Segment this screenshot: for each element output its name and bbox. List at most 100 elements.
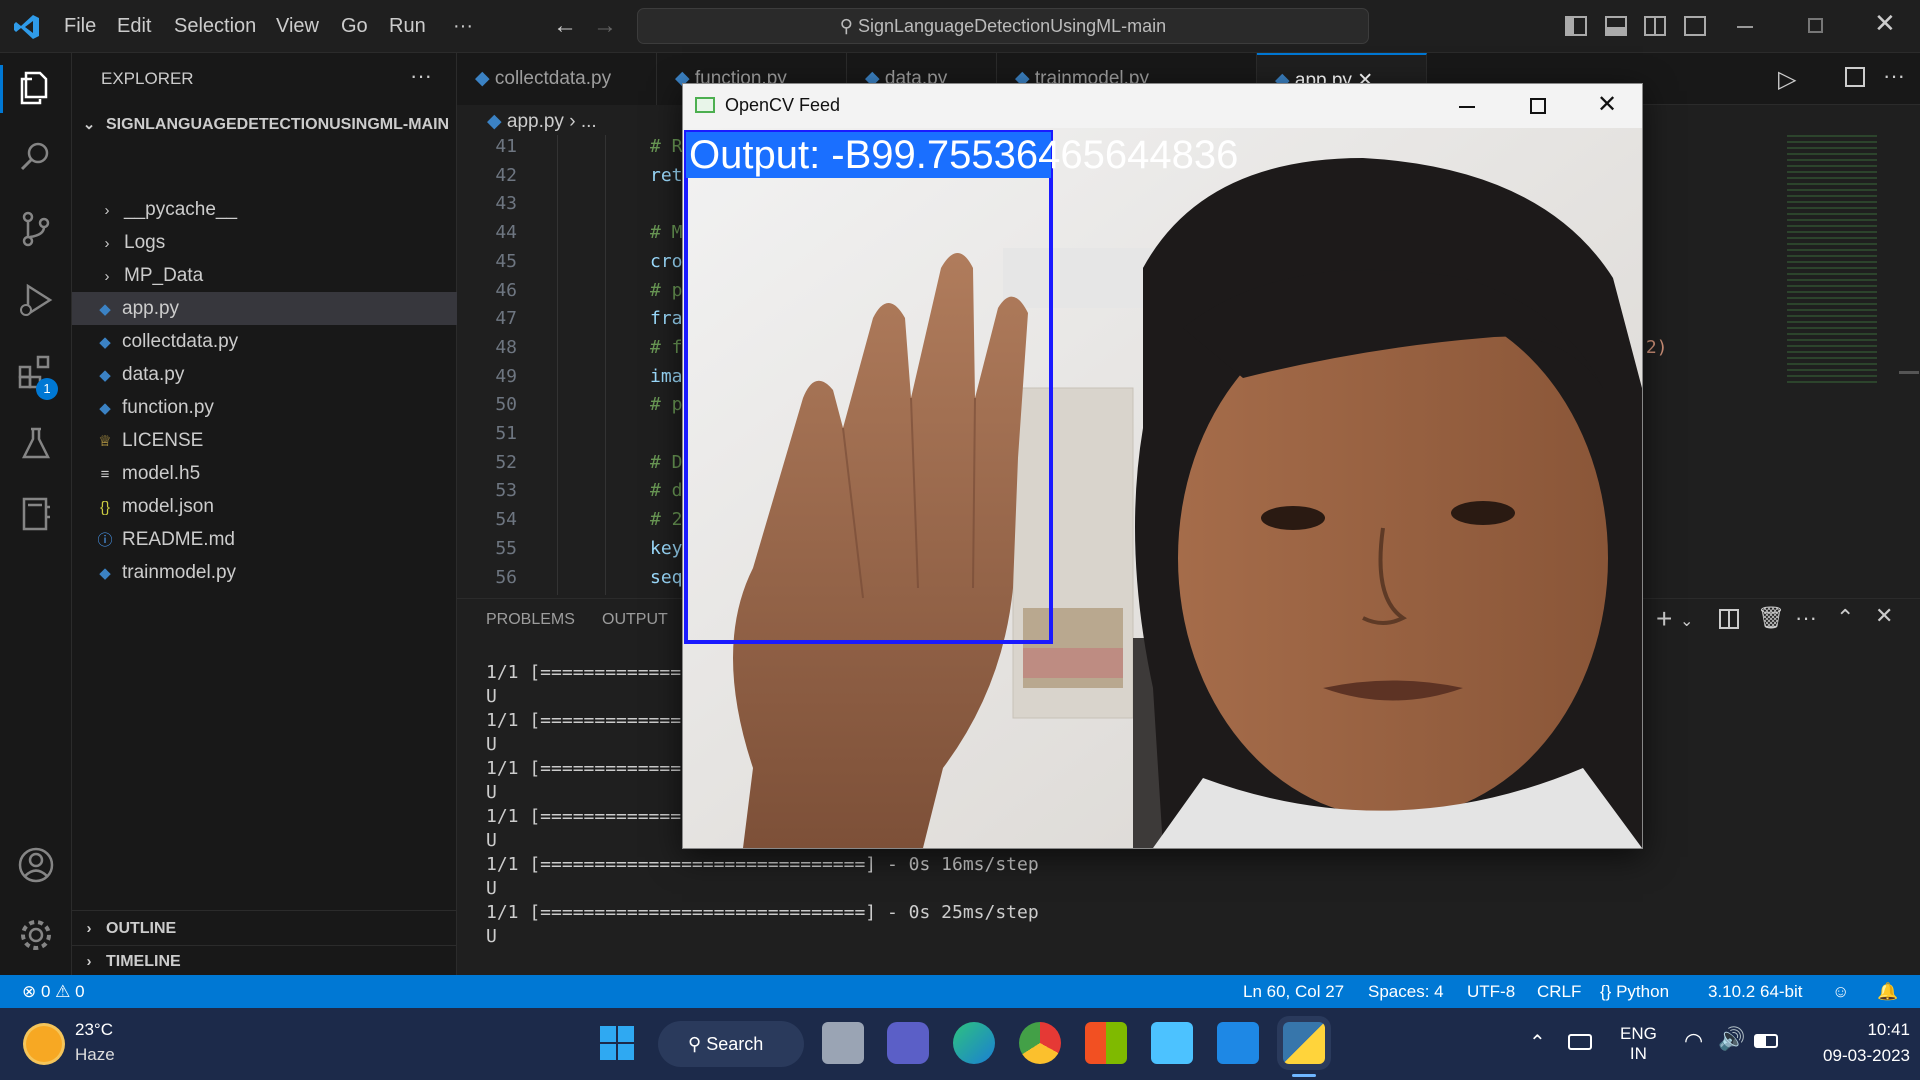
trash-icon[interactable]: 🗑 <box>1757 605 1785 631</box>
wifi-icon[interactable]: ◠ <box>1684 1028 1703 1054</box>
windows-start-icon[interactable] <box>596 1022 638 1064</box>
problems-status[interactable]: ⊗ 0 ⚠ 0 <box>22 975 85 1008</box>
code-line[interactable]: cro <box>650 251 683 272</box>
taskbar-search[interactable]: ⚲ Search <box>658 1021 804 1067</box>
code-line[interactable]: ima <box>650 366 683 387</box>
settings-gear-icon[interactable] <box>16 915 56 955</box>
cursor-position[interactable]: Ln 60, Col 27 <box>1243 975 1344 1008</box>
tree-item[interactable]: ◆ trainmodel.py <box>72 556 457 589</box>
task-view-icon[interactable] <box>822 1022 864 1064</box>
encoding[interactable]: UTF-8 <box>1467 975 1515 1008</box>
new-terminal-icon[interactable]: + <box>1656 603 1672 635</box>
explorer-more-icon[interactable]: ··· <box>410 63 432 89</box>
microsoft-store-icon[interactable] <box>1085 1022 1127 1064</box>
code-line[interactable]: # d <box>650 480 683 501</box>
tree-item[interactable]: ◆ function.py <box>72 391 457 424</box>
opencv-title-bar[interactable]: OpenCV Feed ✕ <box>683 84 1642 128</box>
notifications-bell-icon[interactable]: 🔔 <box>1877 975 1898 1008</box>
menu-go[interactable]: Go <box>341 0 368 53</box>
notepad-icon[interactable] <box>1151 1022 1193 1064</box>
code-line[interactable]: # p <box>650 394 683 415</box>
indentation[interactable]: Spaces: 4 <box>1368 975 1444 1008</box>
code-line[interactable]: # M <box>650 222 683 243</box>
tab-output[interactable]: OUTPUT <box>602 611 668 629</box>
feedback-icon[interactable]: ☺ <box>1832 975 1849 1008</box>
line-ending[interactable]: CRLF <box>1537 975 1581 1008</box>
tree-item[interactable]: ♕ LICENSE <box>72 424 457 457</box>
tree-item[interactable]: › MP_Data <box>72 259 457 292</box>
split-terminal-icon[interactable] <box>1719 609 1739 629</box>
edge-browser-icon[interactable] <box>953 1022 995 1064</box>
tab-problems[interactable]: PROBLEMS <box>486 611 575 629</box>
toggle-panel-icon[interactable] <box>1605 16 1627 36</box>
customize-layout-icon[interactable] <box>1684 16 1706 36</box>
close-window-icon[interactable]: ✕ <box>1874 8 1896 39</box>
python-app-icon[interactable] <box>1283 1022 1325 1064</box>
toggle-sidebar-icon[interactable] <box>1565 16 1587 36</box>
tree-item[interactable]: ◆ data.py <box>72 358 457 391</box>
volume-icon[interactable]: 🔊 <box>1718 1026 1745 1052</box>
opencv-feed-window[interactable]: OpenCV Feed ✕ Output: -B99.7553646564483… <box>682 83 1643 849</box>
accounts-icon[interactable] <box>16 845 56 885</box>
weather-sun-icon[interactable] <box>26 1026 62 1062</box>
menu-view[interactable]: View <box>276 0 319 53</box>
explorer-icon[interactable] <box>16 67 56 107</box>
menu-more[interactable]: ··· <box>453 0 473 53</box>
python-interpreter[interactable]: 3.10.2 64-bit <box>1708 975 1803 1008</box>
run-file-icon[interactable]: ▷ <box>1778 65 1796 94</box>
chrome-browser-icon[interactable] <box>1019 1022 1061 1064</box>
code-line[interactable]: # R <box>650 136 683 157</box>
editor-more-icon[interactable]: ··· <box>1883 63 1905 89</box>
weather-desc[interactable]: Haze <box>75 1045 115 1065</box>
code-line[interactable]: # D <box>650 452 683 473</box>
opencv-maximize-icon[interactable] <box>1530 98 1546 114</box>
input-language[interactable]: ENG IN <box>1620 1024 1657 1064</box>
teams-chat-icon[interactable] <box>887 1022 929 1064</box>
code-line[interactable]: fra <box>650 308 683 329</box>
close-panel-icon[interactable]: ✕ <box>1875 603 1893 629</box>
workspace-root-folder[interactable]: ⌄ SIGNLANGUAGEDETECTIONUSINGML-MAIN <box>78 110 456 140</box>
command-center-search[interactable]: ⚲ SignLanguageDetectionUsingML-main <box>637 8 1369 44</box>
menu-edit[interactable]: Edit <box>117 0 151 53</box>
tree-item[interactable]: {} model.json <box>72 490 457 523</box>
weather-temp[interactable]: 23°C <box>75 1020 113 1040</box>
restore-icon[interactable] <box>1808 18 1823 33</box>
opencv-minimize-icon[interactable] <box>1459 106 1475 108</box>
tree-item[interactable]: ≡ model.h5 <box>72 457 457 490</box>
testing-flask-icon[interactable] <box>16 423 56 463</box>
opencv-close-icon[interactable]: ✕ <box>1597 90 1617 119</box>
editor-tab[interactable]: ◆ collectdata.py <box>457 53 657 105</box>
minimize-icon[interactable] <box>1737 26 1753 28</box>
split-editor-icon[interactable] <box>1845 67 1865 87</box>
nav-forward-icon[interactable]: → <box>593 12 617 40</box>
tree-item[interactable]: ◆ collectdata.py <box>72 325 457 358</box>
menu-file[interactable]: File <box>64 0 96 53</box>
battery-icon[interactable] <box>1754 1034 1778 1048</box>
source-control-icon[interactable] <box>16 209 56 249</box>
tree-item[interactable]: › Logs <box>72 226 457 259</box>
run-debug-icon[interactable] <box>16 280 56 320</box>
vscode-taskbar-icon[interactable] <box>1217 1022 1259 1064</box>
tree-item[interactable]: ◆ app.py <box>72 292 457 325</box>
outline-section[interactable]: › OUTLINE <box>78 914 177 944</box>
code-line[interactable]: # f <box>650 337 683 358</box>
breadcrumb-rest[interactable]: ... <box>581 111 597 132</box>
scrollbar-thumb[interactable] <box>1899 371 1919 374</box>
search-icon[interactable] <box>16 137 56 177</box>
panel-more-icon[interactable]: ··· <box>1795 605 1817 631</box>
tray-chevron-up-icon[interactable]: ⌃ <box>1529 1030 1546 1055</box>
language-mode[interactable]: {} Python <box>1600 975 1669 1008</box>
maximize-panel-icon[interactable]: ⌃ <box>1836 605 1854 631</box>
menu-selection[interactable]: Selection <box>174 0 256 53</box>
code-line[interactable]: seq <box>650 567 683 588</box>
code-line[interactable]: key <box>650 538 683 559</box>
chevron-down-icon[interactable]: ⌄ <box>1680 611 1693 631</box>
code-line[interactable]: ret <box>650 165 683 186</box>
code-line[interactable]: # p <box>650 280 683 301</box>
breadcrumb-file[interactable]: app.py <box>507 111 564 132</box>
minimap[interactable] <box>1787 135 1877 385</box>
menu-run[interactable]: Run <box>389 0 426 53</box>
nav-back-icon[interactable]: ← <box>553 12 577 40</box>
notebook-icon[interactable] <box>16 493 56 533</box>
tree-item[interactable]: › __pycache__ <box>72 193 457 226</box>
